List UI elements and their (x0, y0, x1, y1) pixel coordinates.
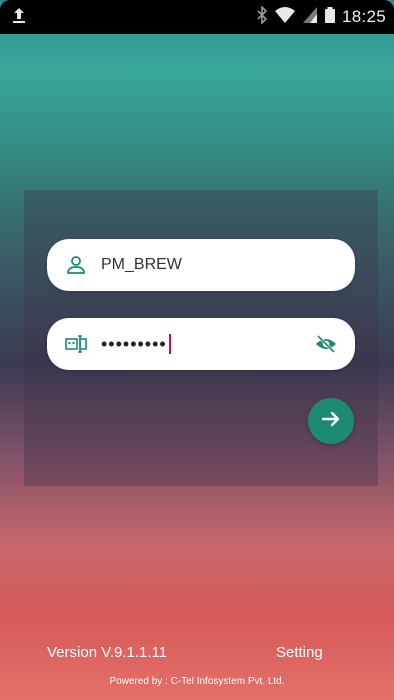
battery-icon (324, 6, 336, 29)
status-bar: 18:25 (0, 0, 394, 34)
eye-off-icon[interactable] (313, 331, 339, 357)
powered-by-text: Powered by : C-Tel Infosystem Pvt. Ltd. (109, 676, 285, 687)
username-value[interactable]: PM_BREW (101, 256, 339, 274)
status-right: 18:25 (256, 4, 386, 29)
password-field[interactable]: ••••••••• (47, 318, 355, 370)
upload-icon (12, 6, 26, 29)
password-mask: ••••••••• (101, 333, 167, 354)
signal-icon (302, 6, 318, 29)
login-submit-button[interactable] (308, 398, 354, 444)
status-time: 18:25 (341, 7, 386, 26)
password-field-icon (65, 333, 87, 355)
username-field[interactable]: PM_BREW (47, 239, 355, 291)
wifi-icon (274, 6, 296, 29)
person-icon (65, 254, 87, 276)
text-cursor (168, 334, 171, 354)
arrow-right-icon (319, 407, 343, 436)
password-input[interactable]: ••••••••• (101, 334, 313, 355)
setting-link[interactable]: Setting (276, 644, 323, 661)
status-left (12, 6, 26, 29)
version-label: Version V.9.1.1.11 (47, 644, 168, 661)
bluetooth-icon (256, 4, 268, 29)
